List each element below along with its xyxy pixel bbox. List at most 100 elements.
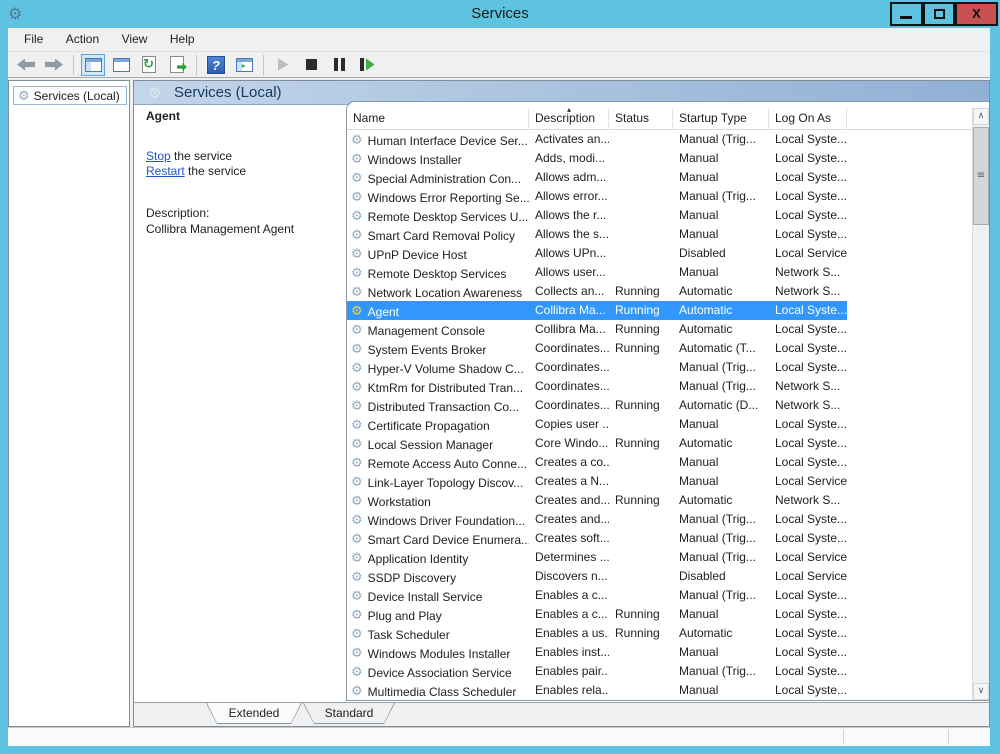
scrollbar-thumb[interactable]: ≡ <box>973 127 989 225</box>
menu-view[interactable]: View <box>113 28 157 50</box>
table-row[interactable]: ⚙Smart Card Removal PolicyAllows the s..… <box>347 225 972 244</box>
table-cell: Discovers n... <box>529 567 609 586</box>
column-header-description[interactable]: Description▴ <box>529 108 609 129</box>
table-row[interactable]: ⚙Plug and PlayEnables a c...RunningManua… <box>347 605 972 624</box>
service-name: Network Location Awareness <box>368 286 523 300</box>
refresh-button[interactable]: ↻ <box>137 54 161 76</box>
menu-help[interactable]: Help <box>161 28 204 50</box>
table-row[interactable]: ⚙KtmRm for Distributed Tran...Coordinate… <box>347 377 972 396</box>
table-cell: Manual (Trig... <box>673 548 769 567</box>
table-row[interactable]: ⚙Smart Card Device Enumera...Creates sof… <box>347 529 972 548</box>
table-row[interactable]: ⚙Remote Desktop ServicesAllows user...Ma… <box>347 263 972 282</box>
table-row[interactable]: ⚙Remote Desktop Services U...Allows the … <box>347 206 972 225</box>
service-name: Local Session Manager <box>368 438 493 452</box>
service-gear-icon: ⚙ <box>351 532 363 547</box>
table-row[interactable]: ⚙Human Interface Device Ser...Activates … <box>347 130 972 149</box>
table-row[interactable]: ⚙Windows InstallerAdds, modi...ManualLoc… <box>347 149 972 168</box>
service-gear-icon: ⚙ <box>351 304 363 319</box>
extended-view-button[interactable] <box>232 54 256 76</box>
table-row[interactable]: ⚙Remote Access Auto Conne...Creates a co… <box>347 453 972 472</box>
tab-standard-label: Standard <box>304 703 394 723</box>
tab-extended[interactable]: Extended <box>206 703 302 724</box>
service-gear-icon: ⚙ <box>351 551 363 566</box>
table-row[interactable]: ⚙Windows Driver Foundation...Creates and… <box>347 510 972 529</box>
vertical-scrollbar[interactable]: ∧ ≡ ∨ <box>972 108 989 700</box>
service-name: Link-Layer Topology Discov... <box>368 476 524 490</box>
description-label: Description: <box>146 206 336 220</box>
table-row[interactable]: ⚙Task SchedulerEnables a us...RunningAut… <box>347 624 972 643</box>
table-row[interactable]: ⚙Device Association ServiceEnables pair.… <box>347 662 972 681</box>
service-name: Multimedia Class Scheduler <box>368 685 517 699</box>
sort-ascending-icon: ▴ <box>567 105 571 114</box>
minimize-button[interactable] <box>890 2 923 26</box>
table-rows: ⚙Human Interface Device Ser...Activates … <box>347 130 972 700</box>
table-cell: Local Service <box>769 244 847 263</box>
table-cell: Allows adm... <box>529 168 609 187</box>
scroll-up-button[interactable]: ∧ <box>973 108 989 125</box>
column-header-log-on-as[interactable]: Log On As <box>769 108 847 129</box>
service-gear-icon: ⚙ <box>351 684 363 699</box>
table-row[interactable]: ⚙Hyper-V Volume Shadow C...Coordinates..… <box>347 358 972 377</box>
table-cell: Running <box>609 301 673 320</box>
table-cell: Manual (Trig... <box>673 586 769 605</box>
table-row[interactable]: ⚙Link-Layer Topology Discov...Creates a … <box>347 472 972 491</box>
pause-icon <box>334 58 345 71</box>
table-row[interactable]: ⚙Local Session ManagerCore Windo...Runni… <box>347 434 972 453</box>
table-row[interactable]: ⚙Certificate PropagationCopies user ...M… <box>347 415 972 434</box>
table-row[interactable]: ⚙Windows Error Reporting Se...Allows err… <box>347 187 972 206</box>
table-row[interactable]: ⚙WorkstationCreates and...RunningAutomat… <box>347 491 972 510</box>
table-header: Name Description▴ Status Startup Type Lo… <box>347 108 972 130</box>
stop-service-line: Stop the service <box>146 149 336 164</box>
show-console-tree-button[interactable] <box>81 54 105 76</box>
table-row[interactable]: ⚙Network Location AwarenessCollects an..… <box>347 282 972 301</box>
pause-service-button[interactable] <box>327 54 351 76</box>
table-cell: Running <box>609 320 673 339</box>
maximize-button[interactable] <box>923 2 955 26</box>
table-cell: Enables a c... <box>529 586 609 605</box>
table-cell: Allows the r... <box>529 206 609 225</box>
table-cell <box>609 472 673 491</box>
service-gear-icon: ⚙ <box>351 190 363 205</box>
service-name: Distributed Transaction Co... <box>368 400 519 414</box>
forward-button[interactable] <box>42 54 66 76</box>
back-button[interactable] <box>14 54 38 76</box>
table-cell: Local Syste... <box>769 301 847 320</box>
table-row[interactable]: ⚙Device Install ServiceEnables a c...Man… <box>347 586 972 605</box>
table-row[interactable]: ⚙Special Administration Con...Allows adm… <box>347 168 972 187</box>
table-cell: Collibra Ma... <box>529 301 609 320</box>
restart-service-button[interactable] <box>355 54 379 76</box>
column-header-startup-type[interactable]: Startup Type <box>673 108 769 129</box>
close-button[interactable]: X <box>955 2 998 26</box>
column-header-name[interactable]: Name <box>347 108 529 129</box>
table-cell: Automatic <box>673 434 769 453</box>
table-cell: Manual <box>673 168 769 187</box>
table-row[interactable]: ⚙Distributed Transaction Co...Coordinate… <box>347 396 972 415</box>
table-row[interactable]: ⚙SSDP DiscoveryDiscovers n...DisabledLoc… <box>347 567 972 586</box>
column-header-filler <box>847 108 972 129</box>
stop-service-button[interactable] <box>299 54 323 76</box>
column-header-status[interactable]: Status <box>609 108 673 129</box>
restart-icon <box>360 58 375 71</box>
menu-action[interactable]: Action <box>57 28 108 50</box>
properties-button[interactable] <box>109 54 133 76</box>
tab-standard[interactable]: Standard <box>303 703 395 724</box>
scroll-down-button[interactable]: ∨ <box>973 683 989 700</box>
export-list-button[interactable] <box>165 54 189 76</box>
table-row[interactable]: ⚙System Events BrokerCoordinates...Runni… <box>347 339 972 358</box>
table-cell: Creates a N... <box>529 472 609 491</box>
table-row[interactable]: ⚙Application IdentityDetermines ...Manua… <box>347 548 972 567</box>
table-row[interactable]: ⚙Management ConsoleCollibra Ma...Running… <box>347 320 972 339</box>
menu-file[interactable]: File <box>15 28 52 50</box>
table-row[interactable]: ⚙Multimedia Class SchedulerEnables rela.… <box>347 681 972 700</box>
selected-service-name: Agent <box>146 109 336 123</box>
tree-item-services-local[interactable]: ⚙ Services (Local) <box>13 86 127 105</box>
table-row[interactable]: ⚙AgentCollibra Ma...RunningAutomaticLoca… <box>347 301 972 320</box>
table-row[interactable]: ⚙UPnP Device HostAllows UPn...DisabledLo… <box>347 244 972 263</box>
help-button[interactable]: ? <box>204 54 228 76</box>
table-row[interactable]: ⚙Windows Modules InstallerEnables inst..… <box>347 643 972 662</box>
table-cell: Enables inst... <box>529 643 609 662</box>
stop-service-link[interactable]: Stop <box>146 149 171 163</box>
start-service-button[interactable] <box>271 54 295 76</box>
service-gear-icon: ⚙ <box>351 437 363 452</box>
restart-service-link[interactable]: Restart <box>146 164 185 178</box>
